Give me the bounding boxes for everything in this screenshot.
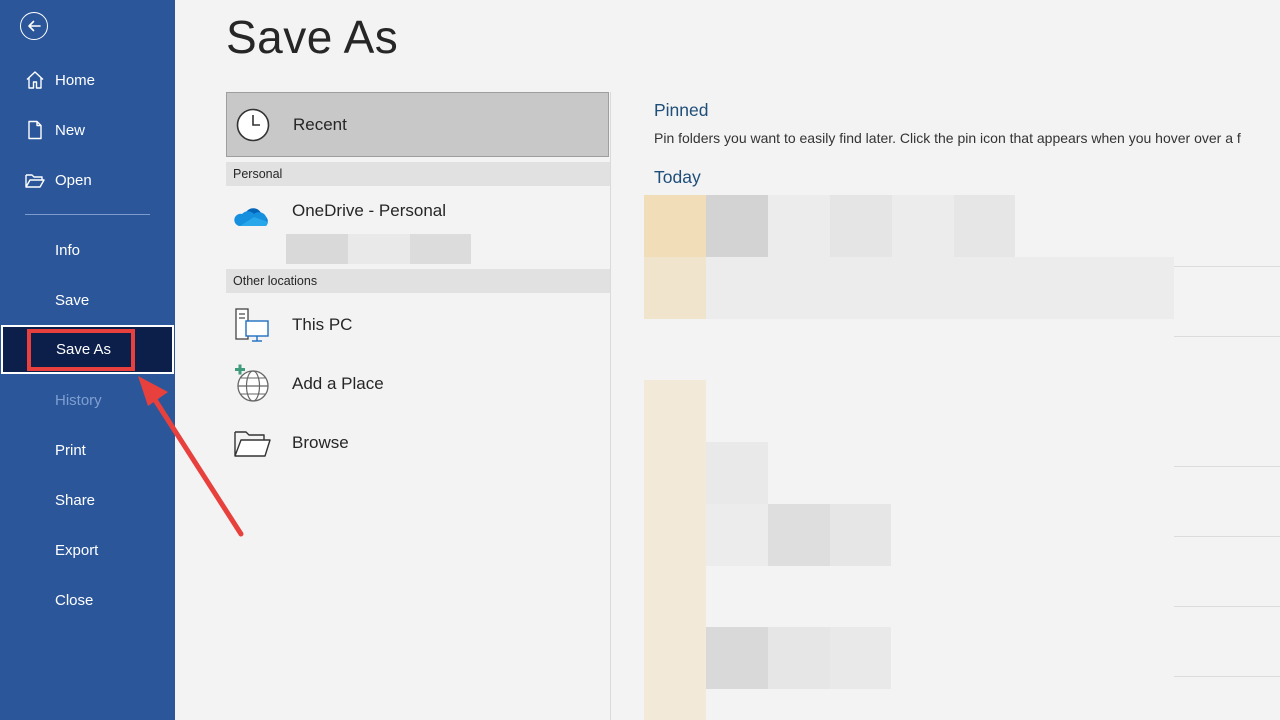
sidebar-item-info[interactable]: Info [0,230,175,270]
folder-icon [232,423,272,463]
pinned-heading: Pinned [654,100,709,120]
location-add-a-place[interactable]: Add a Place [226,357,610,411]
sidebar-item-label: Print [55,441,86,459]
sidebar-item-save[interactable]: Save [0,280,175,320]
location-this-pc[interactable]: This PC [226,298,610,352]
backstage-sidebar: Home New Open Info Save Save As History … [0,0,175,720]
computer-icon [232,305,272,345]
location-label: Add a Place [292,374,384,393]
sidebar-item-label: Close [55,591,94,609]
sidebar-item-label: History [55,391,102,409]
section-header-personal: Personal [226,162,610,186]
sidebar-divider [25,214,150,215]
location-label: This PC [292,315,353,334]
sidebar-item-open[interactable]: Open [0,160,175,200]
back-button[interactable] [20,12,48,40]
sidebar-item-home[interactable]: Home [0,60,175,100]
new-document-icon [24,119,46,141]
onedrive-cloud-icon [232,197,272,237]
location-browse[interactable]: Browse [226,416,610,470]
location-label: Browse [292,433,349,452]
pane-divider [610,92,611,720]
sidebar-item-new[interactable]: New [0,110,175,150]
add-globe-icon [232,364,272,404]
sidebar-item-label: Open [55,171,92,189]
sidebar-item-label: Share [55,491,96,509]
location-label: OneDrive - Personal [292,201,447,220]
page-title: Save As [226,11,399,63]
sidebar-item-close[interactable]: Close [0,580,175,620]
pinned-description: Pin folders you want to easily find late… [654,130,1241,146]
folder-open-icon [24,169,46,191]
sidebar-item-label: Save [55,291,90,309]
sidebar-item-label: Home [55,71,96,89]
back-arrow-icon [28,20,41,32]
onedrive-account-redacted [286,234,471,264]
sidebar-item-label: Save As [56,341,112,358]
location-recent[interactable]: Recent [226,92,609,157]
today-heading: Today [654,167,701,187]
home-icon [24,69,46,91]
clock-icon [235,107,271,143]
sidebar-item-label: New [55,121,86,139]
sidebar-item-label: Info [55,241,81,259]
section-header-other-locations: Other locations [226,269,610,293]
location-label: Recent [293,114,347,134]
sidebar-item-save-as[interactable]: Save As [1,325,174,374]
sidebar-item-label: Export [55,541,99,559]
